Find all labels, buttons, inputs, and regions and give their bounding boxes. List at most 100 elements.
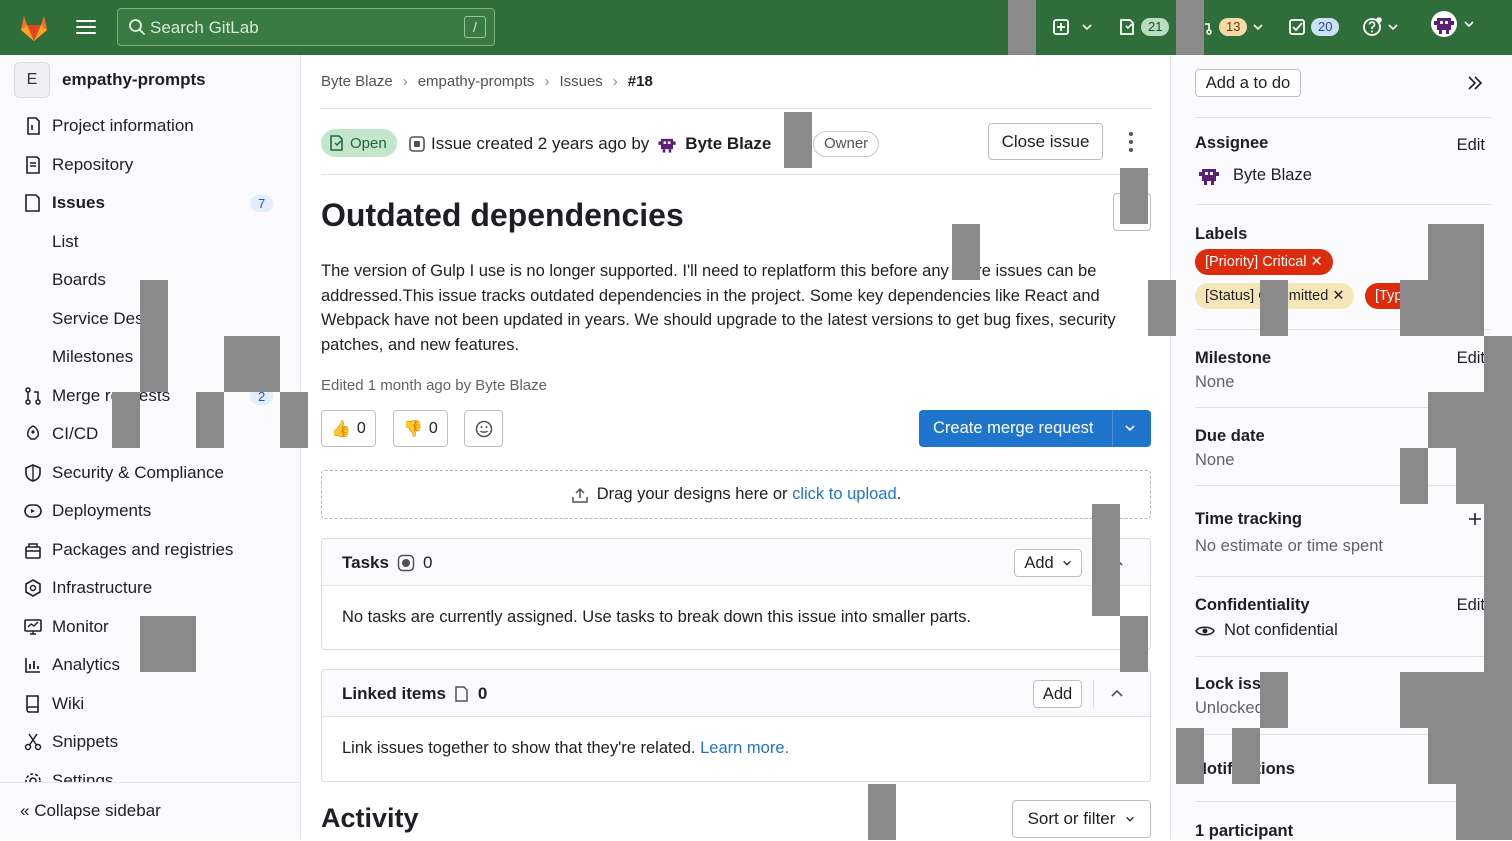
occlusion-block xyxy=(280,392,308,448)
sidebar-item-list[interactable]: List xyxy=(0,223,301,262)
tasks-card-header: Tasks 0 Add xyxy=(322,539,1150,586)
time-tracking-section: Time tracking No estimate or time spent xyxy=(1195,510,1491,556)
confidentiality-edit-link[interactable]: Edit xyxy=(1457,596,1485,615)
design-upload-dropzone[interactable]: Drag your designs here or click to uploa… xyxy=(321,470,1151,519)
chevron-down-icon[interactable] xyxy=(1124,422,1136,434)
confidentiality-status: Not confidential xyxy=(1195,621,1491,640)
occlusion-block xyxy=(1008,0,1036,55)
package-icon xyxy=(25,542,41,559)
new-item-dropdown[interactable] xyxy=(1052,15,1093,39)
user-avatar-menu[interactable] xyxy=(1430,11,1475,37)
chevron-double-right-icon[interactable] xyxy=(1466,75,1484,91)
sidebar-item-security-compliance[interactable]: Security & Compliance xyxy=(0,454,301,493)
task-done-icon xyxy=(397,554,415,572)
sidebar-item-label: Security & Compliance xyxy=(52,462,224,482)
divider xyxy=(1195,485,1491,486)
sidebar-item-label: Service Desk xyxy=(52,308,153,328)
sidebar-item-infrastructure[interactable]: Infrastructure xyxy=(0,569,301,608)
plus-icon[interactable] xyxy=(1467,511,1483,527)
project-info-icon xyxy=(27,117,40,135)
status-badge: Open xyxy=(321,129,397,157)
breadcrumb-issue-number[interactable]: #18 xyxy=(628,73,653,90)
occlusion-block xyxy=(1428,728,1484,784)
occlusion-block xyxy=(1120,168,1148,224)
linked-items-count: 0 xyxy=(477,684,488,703)
milestone-edit-link[interactable]: Edit xyxy=(1457,349,1485,368)
sidebar-item-ci-cd[interactable]: CI/CD xyxy=(0,415,301,454)
sidebar-item-packages-and-registries[interactable]: Packages and registries xyxy=(0,531,301,570)
upload-text: Drag your designs here or xyxy=(596,485,788,503)
linked-items-card: Linked items 0 Add Link issues together … xyxy=(321,669,1151,782)
create-merge-request-button[interactable]: Create merge request xyxy=(919,410,1151,447)
thumbs-up-button[interactable]: 👍 0 xyxy=(321,410,376,447)
breadcrumb-project[interactable]: empathy-prompts xyxy=(418,73,535,90)
assignee-user[interactable]: Byte Blaze xyxy=(1195,161,1491,189)
sidebar-item-wiki[interactable]: Wiki xyxy=(0,685,301,724)
project-header[interactable]: E empathy-prompts xyxy=(14,62,206,98)
project-sidebar: E empathy-prompts Project information Rep… xyxy=(0,55,301,840)
click-to-upload-link[interactable]: click to upload xyxy=(792,485,897,503)
thumbs-down-button[interactable]: 👎 0 xyxy=(393,410,448,447)
assignee-name: Byte Blaze xyxy=(1233,165,1312,184)
issues-icon xyxy=(455,686,468,702)
more-actions-icon[interactable] xyxy=(1121,130,1141,154)
todos-count-badge: 20 xyxy=(1311,18,1340,36)
search-input[interactable]: Search GitLab / xyxy=(117,8,495,46)
sidebar-item-project-information[interactable]: Project information xyxy=(0,107,301,146)
status-label: Open xyxy=(350,134,387,152)
author-avatar[interactable] xyxy=(655,132,679,156)
search-icon xyxy=(129,19,145,35)
occlusion-block xyxy=(1260,672,1288,728)
milestone-value: None xyxy=(1195,373,1235,391)
chevron-up-icon[interactable] xyxy=(1110,687,1124,701)
breadcrumb-group[interactable]: Byte Blaze xyxy=(321,73,393,90)
add-task-button[interactable]: Add xyxy=(1014,549,1082,577)
linked-items-text: Link issues together to show that they'r… xyxy=(342,739,696,757)
sidebar-nav: Project information Repository Issues 7 List… xyxy=(0,107,301,800)
breadcrumb-issues[interactable]: Issues xyxy=(559,73,602,90)
add-linked-item-button[interactable]: Add xyxy=(1033,680,1082,708)
add-reaction-button[interactable] xyxy=(464,410,503,447)
sidebar-item-deployments[interactable]: Deployments xyxy=(0,492,301,531)
assignee-edit-link[interactable]: Edit xyxy=(1457,136,1485,155)
sidebar-item-label: Issues xyxy=(52,193,105,213)
linked-items-title: Linked items xyxy=(342,684,446,703)
thumbs-up-icon: 👍 xyxy=(331,420,351,438)
gitlab-logo-icon[interactable] xyxy=(18,12,50,42)
divider xyxy=(1195,801,1491,802)
occlusion-block xyxy=(1428,224,1484,336)
thumbs-up-count: 0 xyxy=(356,419,366,437)
upload-icon xyxy=(571,487,588,503)
divider xyxy=(1195,656,1491,657)
collapse-sidebar-button[interactable]: « Collapse sidebar xyxy=(0,782,300,840)
merge-request-icon xyxy=(25,386,41,405)
occlusion-block xyxy=(1176,0,1204,55)
issue-description: The version of Gulp I use is no longer s… xyxy=(321,262,1116,354)
sidebar-item-label: Project information xyxy=(52,116,194,136)
sort-or-filter-dropdown[interactable]: Sort or filter xyxy=(1012,800,1151,838)
thumbs-down-icon: 👎 xyxy=(403,420,423,438)
close-issue-button[interactable]: Close issue xyxy=(988,123,1103,160)
help-menu[interactable] xyxy=(1362,15,1399,39)
merge-requests-counter[interactable]: 13 xyxy=(1196,15,1264,39)
chevron-down-icon xyxy=(1388,24,1398,31)
issues-counter[interactable]: 21 xyxy=(1118,15,1170,39)
occlusion-block xyxy=(1400,672,1484,728)
assignee-section: Assignee Edit Byte Blaze xyxy=(1195,134,1491,189)
sidebar-item-repository[interactable]: Repository xyxy=(0,146,301,185)
learn-more-link[interactable]: Learn more. xyxy=(700,739,789,757)
hamburger-menu-icon[interactable] xyxy=(74,15,98,39)
sidebar-item-issues[interactable]: Issues 7 xyxy=(0,184,301,223)
todos-counter[interactable]: 20 xyxy=(1288,15,1340,39)
edited-meta: Edited 1 month ago by Byte Blaze xyxy=(321,377,547,394)
label-chip[interactable]: [Priority] Critical ✕ xyxy=(1195,249,1333,275)
occlusion-block xyxy=(1148,280,1176,336)
rocket-icon xyxy=(27,425,39,440)
author-name[interactable]: Byte Blaze xyxy=(685,134,771,154)
thumbs-down-count: 0 xyxy=(428,419,438,437)
sidebar-item-label: Wiki xyxy=(52,693,85,713)
issue-main: Byte Blaze › empathy-prompts › Issues › #18… xyxy=(321,55,1151,840)
collapse-sidebar-label: « Collapse sidebar xyxy=(20,801,161,820)
add-todo-button[interactable]: Add a to do xyxy=(1195,69,1301,97)
sidebar-item-snippets[interactable]: Snippets xyxy=(0,723,301,762)
